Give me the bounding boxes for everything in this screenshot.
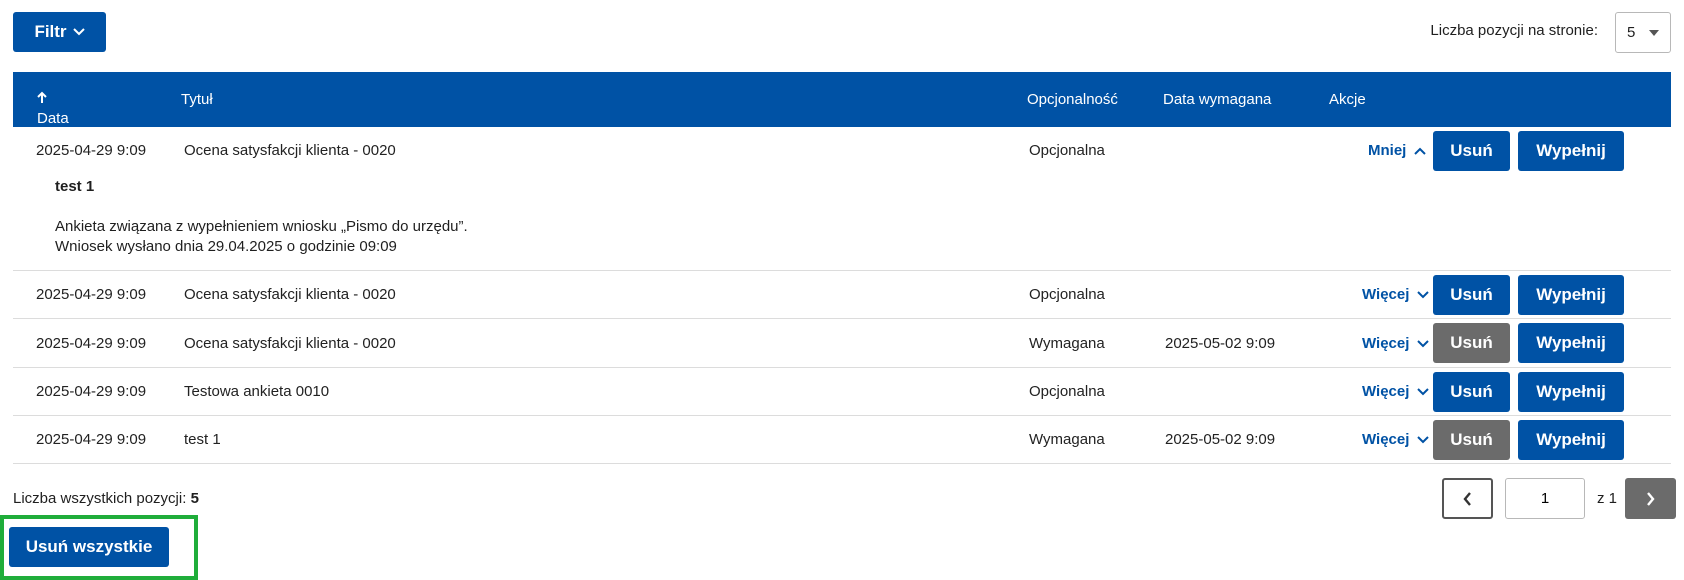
total-count: Liczba wszystkich pozycji: 5 [13,490,199,507]
next-page-button[interactable] [1625,478,1676,519]
chevron-down-icon [1417,290,1430,298]
toggle-label: Więcej [1362,431,1410,448]
fill-button[interactable]: Wypełnij [1518,323,1624,363]
column-date-sort[interactable]: Data wydania [37,91,92,144]
delete-all-highlight: Usuń wszystkie [0,515,198,580]
more-toggle[interactable]: Więcej [1362,335,1430,352]
toggle-label: Więcej [1362,335,1410,352]
chevron-down-icon [1417,339,1430,347]
delete-button[interactable]: Usuń [1433,275,1510,315]
delete-button[interactable]: Usuń [1433,131,1510,171]
per-page-select[interactable]: 5 [1615,12,1671,53]
row-title: Ocena satysfakcji klienta - 0020 [184,335,396,352]
fill-button[interactable]: Wypełnij [1518,420,1624,460]
chevron-down-icon [1417,387,1430,395]
filter-label: Filtr [34,22,67,41]
chevron-down-icon [1417,435,1430,443]
row-date: 2025-04-29 9:09 [36,431,147,448]
row-optionality: Opcjonalna [1029,286,1105,303]
row-title: test 1 [184,431,221,448]
row-title: Ocena satysfakcji klienta - 0020 [184,142,396,159]
more-toggle[interactable]: Więcej [1362,383,1430,400]
total-label: Liczba wszystkich pozycji: [13,490,187,507]
row-optionality: Wymagana [1029,335,1105,352]
table-row: 2025-04-29 9:09 Ocena satysfakcji klient… [13,127,1671,271]
toggle-label: Więcej [1362,383,1410,400]
toggle-label: Mniej [1368,142,1407,159]
table-header: Data wydania Tytuł Opcjonalność Data wym… [13,72,1671,144]
fill-button[interactable]: Wypełnij [1518,372,1624,412]
chevron-left-icon [1463,491,1471,506]
per-page-label: Liczba pozycji na stronie: [1430,22,1598,39]
column-required-date: Data wymagana [1163,91,1272,108]
fill-button[interactable]: Wypełnij [1518,131,1624,171]
toggle-label: Więcej [1362,286,1410,303]
row-title: Testowa ankieta 0010 [184,383,330,400]
row-date: 2025-04-29 9:09 [36,142,147,159]
more-toggle[interactable]: Więcej [1362,286,1430,303]
delete-all-button[interactable]: Usuń wszystkie [9,527,169,567]
table-row: 2025-04-29 9:09 Ocena satysfakcji klient… [13,271,1671,319]
row-date: 2025-04-29 9:09 [36,335,147,352]
more-toggle[interactable]: Więcej [1362,431,1430,448]
row-required-date: 2025-05-02 9:09 [1165,335,1276,352]
table-row: 2025-04-29 9:09 Testowa ankieta 0010 Opc… [13,368,1671,416]
table-row: 2025-04-29 9:09 test 1 Wymagana 2025-05-… [13,416,1671,464]
chevron-down-icon [72,28,85,36]
fill-button[interactable]: Wypełnij [1518,275,1624,315]
row-date: 2025-04-29 9:09 [36,383,147,400]
chevron-up-icon [1414,147,1427,155]
total-value: 5 [190,490,199,507]
delete-button[interactable]: Usuń [1433,372,1510,412]
delete-button-disabled[interactable]: Usuń [1433,323,1510,363]
row-date: 2025-04-29 9:09 [36,286,147,303]
prev-page-button[interactable] [1442,478,1493,519]
delete-button-disabled[interactable]: Usuń [1433,420,1510,460]
column-actions: Akcje [1329,91,1366,108]
row-title: Ocena satysfakcji klienta - 0020 [184,286,396,303]
details-heading: test 1 [55,178,95,195]
row-optionality: Opcjonalna [1029,383,1105,400]
column-title: Tytuł [181,91,213,108]
arrow-up-icon [37,91,47,103]
filter-button[interactable]: Filtr [13,12,106,52]
column-optionality: Opcjonalność [1027,91,1118,108]
chevron-right-icon [1647,491,1655,506]
details-line-1: Ankieta związana z wypełnieniem wniosku … [55,218,468,235]
page-number-input[interactable] [1505,478,1585,519]
per-page-value: 5 [1627,24,1636,41]
row-optionality: Wymagana [1029,431,1105,448]
less-toggle[interactable]: Mniej [1368,142,1427,159]
page-total: z 1 [1597,490,1618,507]
table-row: 2025-04-29 9:09 Ocena satysfakcji klient… [13,319,1671,368]
row-optionality: Opcjonalna [1029,142,1105,159]
caret-down-icon [1649,30,1659,36]
row-required-date: 2025-05-02 9:09 [1165,431,1276,448]
details-line-2: Wniosek wysłano dnia 29.04.2025 o godzin… [55,238,397,255]
